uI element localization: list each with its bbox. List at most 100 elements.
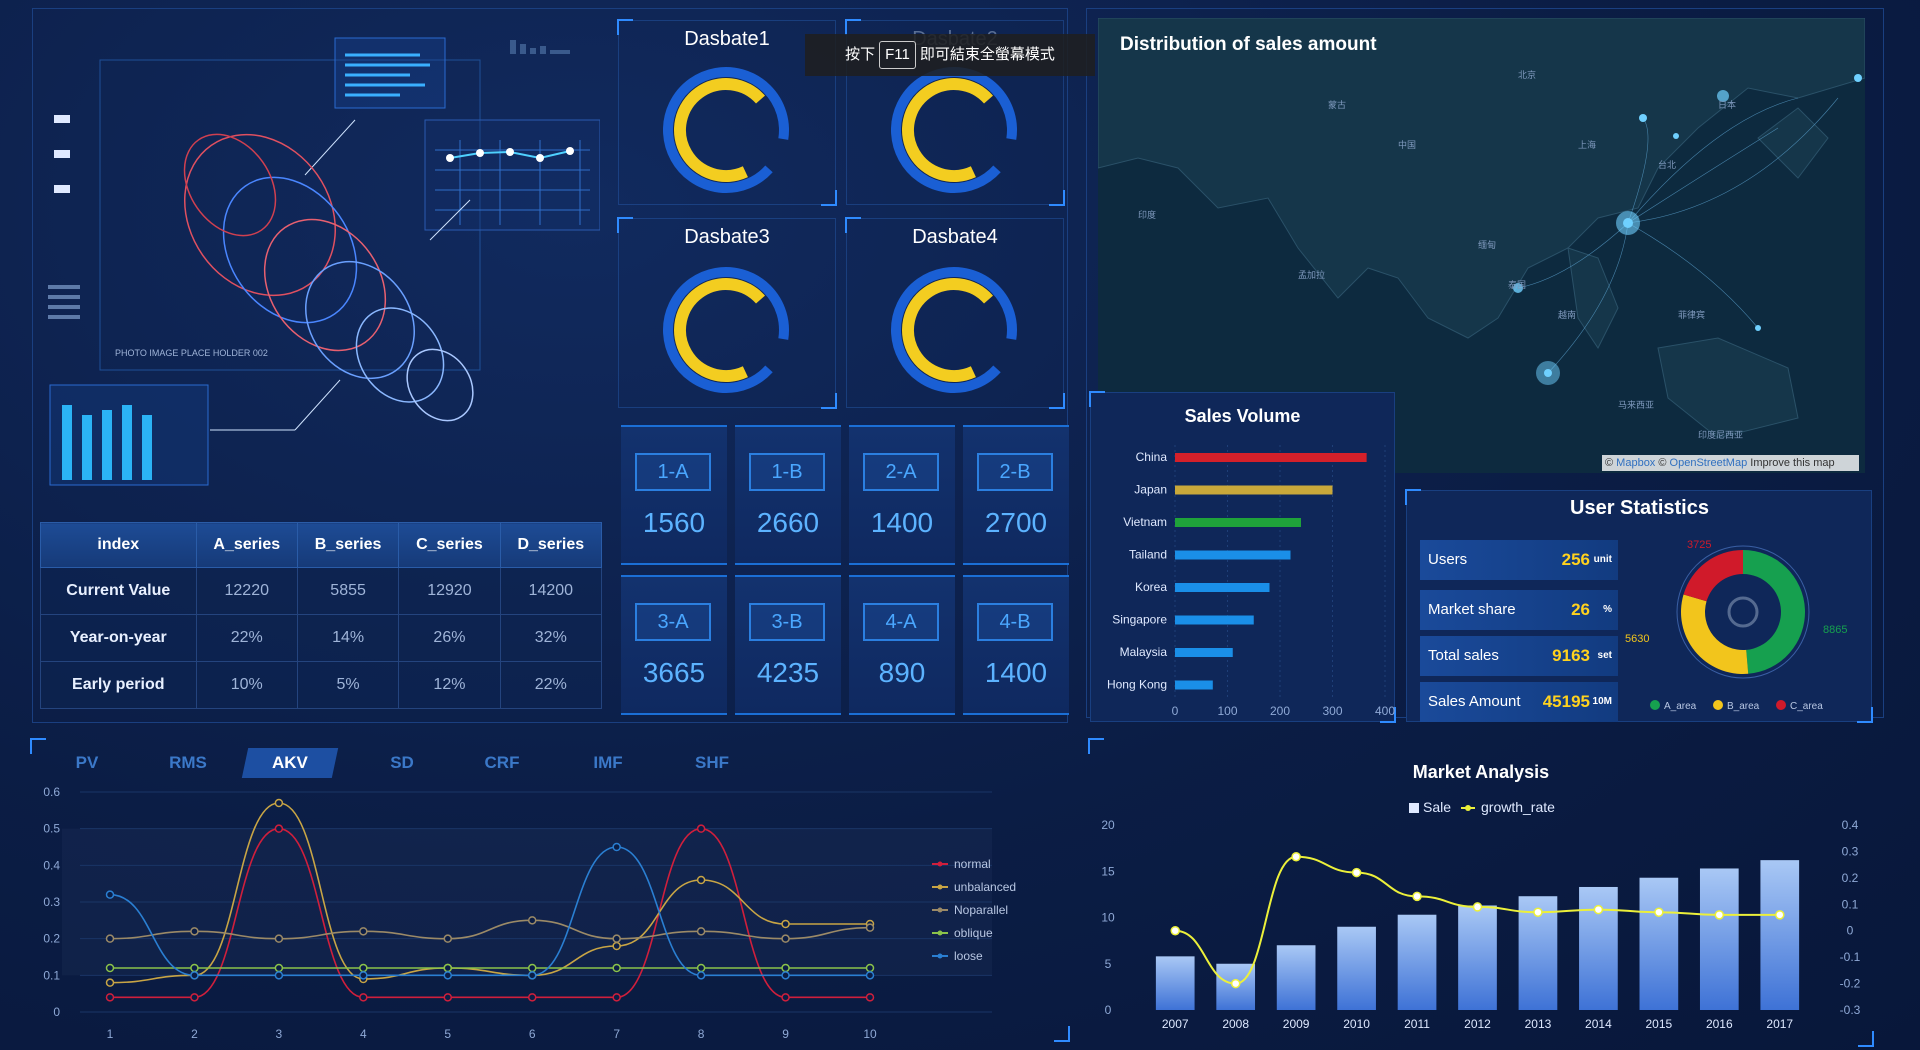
legend-swatch-dot <box>937 861 943 867</box>
legend-label: Sale <box>1423 799 1451 815</box>
svg-text:北京: 北京 <box>1518 69 1536 80</box>
bar <box>1175 680 1213 690</box>
legend-label: Noparallel <box>954 903 1008 917</box>
growth-point <box>1230 978 1241 989</box>
tile-value: 3665 <box>642 657 706 688</box>
growth-point <box>1291 851 1301 862</box>
openstreetmap-link[interactable]: OpenStreetMap <box>1670 457 1748 469</box>
stat-label: Sales Amount <box>1428 693 1521 710</box>
data-point <box>274 963 284 973</box>
data-point <box>527 993 537 1002</box>
attribution-symbol: © <box>1658 457 1667 469</box>
bar <box>1175 518 1301 527</box>
table-cell: Early period <box>40 661 197 709</box>
bar <box>1175 648 1233 657</box>
category-label: Vietnam <box>1123 515 1167 529</box>
x-tick-label: 2011 <box>1404 1017 1430 1031</box>
y-tick-label: 0.5 <box>43 822 60 836</box>
bar <box>1760 860 1800 1010</box>
legend-label: B_area <box>1727 701 1760 712</box>
tooltip-text-post: 即可結束全螢幕模式 <box>919 46 1055 63</box>
growth-point <box>1351 867 1362 878</box>
svg-text:印度: 印度 <box>1138 209 1156 220</box>
sales-volume-chart: 0 100 200 300 400 China Japan Vietnam Tailand Kor… <box>1107 445 1395 718</box>
tab-label: PV <box>75 753 99 772</box>
y2-tick-label: 0.1 <box>1842 897 1859 911</box>
pie-label: 3725 <box>1687 539 1711 551</box>
stat-value: 256 <box>1561 550 1590 569</box>
legend-label: A_area <box>1664 701 1697 712</box>
data-point <box>865 923 875 932</box>
x-tick-label: 0 <box>1172 704 1179 718</box>
data-point <box>696 963 706 973</box>
tab-imf[interactable]: IMF <box>563 748 653 778</box>
svg-text:菲律宾: 菲律宾 <box>1678 309 1705 320</box>
stat-total-sales: Total sales 9163 set <box>1420 636 1618 676</box>
x-tick-label: 2 <box>191 1027 198 1041</box>
data-point <box>865 963 875 973</box>
data-point <box>443 993 453 1002</box>
table-cell: 12% <box>398 661 501 709</box>
tab-crf[interactable]: CRF <box>457 748 547 778</box>
x-tick-label: 10 <box>863 1027 877 1041</box>
tile-value: 4235 <box>756 657 820 688</box>
table-cell: 12220 <box>195 567 298 615</box>
tab-label: SHF <box>695 753 729 772</box>
photo-caption: PHOTO IMAGE PLACE HOLDER 002 <box>115 348 268 358</box>
tab-sd[interactable]: SD <box>357 748 447 778</box>
y-tick-label: 0.3 <box>43 895 60 909</box>
bar <box>1699 868 1739 1010</box>
svg-text:上海: 上海 <box>1578 139 1596 150</box>
bar <box>1175 615 1254 625</box>
legend-label: loose <box>954 949 983 963</box>
legend-swatch-dot <box>937 930 943 936</box>
improve-map-link[interactable]: Improve this map <box>1750 457 1834 469</box>
tooltip-text-pre: 按下 <box>845 46 876 63</box>
x-tick-label: 4 <box>360 1027 367 1041</box>
tab-label: RMS <box>169 753 207 772</box>
tile-2-b: 2-B 2700 <box>963 425 1069 565</box>
data-point <box>274 934 284 943</box>
stat-label: Total sales <box>1428 647 1499 664</box>
tab-rms[interactable]: RMS <box>143 748 233 778</box>
tile-4-a: 4-A 890 <box>849 575 955 715</box>
data-point <box>443 971 453 980</box>
category-label: Tailand <box>1129 548 1167 562</box>
table-header-row: index A_series B_series C_series D_serie… <box>40 522 603 568</box>
legend-swatch-dot <box>1465 805 1471 811</box>
stat-unit: unit <box>1593 554 1612 565</box>
category-label: Hong Kong <box>1107 678 1167 692</box>
series-table: index A_series B_series C_series D_serie… <box>40 522 603 709</box>
svg-text:中国: 中国 <box>1398 139 1416 150</box>
tab-shf[interactable]: SHF <box>667 748 757 778</box>
legend-swatch <box>1650 700 1660 710</box>
data-point <box>527 963 537 973</box>
attribution-symbol: © <box>1605 457 1614 469</box>
svg-text:蒙古: 蒙古 <box>1328 99 1346 110</box>
pie-label: 5630 <box>1625 633 1649 645</box>
data-point <box>190 993 199 1002</box>
tab-pv[interactable]: PV <box>42 748 132 778</box>
table-cell: 22% <box>499 661 603 709</box>
x-tick-label: 2008 <box>1222 1017 1249 1031</box>
mapbox-link[interactable]: Mapbox <box>1616 457 1655 469</box>
category-label: Japan <box>1134 483 1167 497</box>
tile-value: 1560 <box>642 507 706 538</box>
bar <box>1175 453 1367 462</box>
data-point <box>781 919 790 929</box>
tile-2-a: 2-A 1400 <box>849 425 955 565</box>
data-point <box>781 934 790 943</box>
data-point <box>443 934 453 943</box>
data-point <box>274 971 284 980</box>
growth-point <box>1412 891 1422 902</box>
dashboard: PHOTO IMAGE PLACE HOLDER 002 index A_ser… <box>0 0 1920 1050</box>
gauge-label-4: Dasbate4 <box>912 226 998 248</box>
data-point <box>696 971 706 980</box>
tile-tag: 4-B <box>977 603 1053 641</box>
tile-3-a: 3-A 3665 <box>621 575 727 715</box>
tab-akv[interactable]: AKV <box>241 748 339 778</box>
y-tick-label: 10 <box>1101 911 1115 925</box>
data-point <box>527 916 537 925</box>
x-tick-label: 2015 <box>1646 1017 1673 1031</box>
data-point <box>527 971 537 980</box>
